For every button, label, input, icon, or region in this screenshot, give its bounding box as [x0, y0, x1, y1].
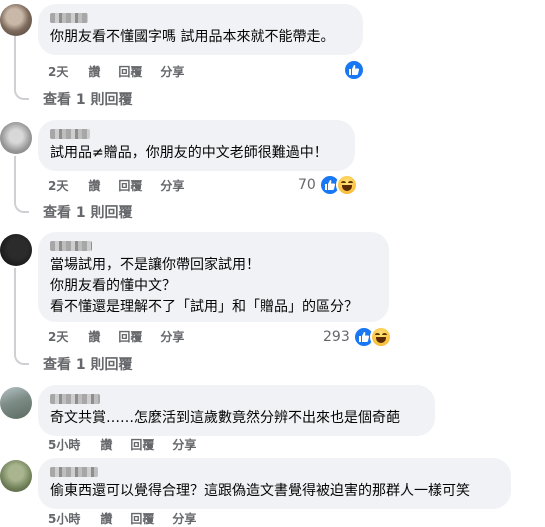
- comment-bubble: 試用品≠贈品，你朋友的中文老師很難過中！: [38, 120, 355, 171]
- share-button[interactable]: 分享: [160, 328, 184, 345]
- comment-text: 奇文共賞……怎麼活到這歲數竟然分辨不出來也是個奇葩: [50, 410, 400, 426]
- reaction-count: 70: [298, 177, 316, 193]
- thread-line: [14, 36, 29, 100]
- haha-icon: [335, 174, 358, 196]
- like-button[interactable]: 讚: [88, 328, 100, 345]
- like-icon: [343, 59, 365, 81]
- like-button[interactable]: 讚: [100, 436, 112, 453]
- comment-bubble: 奇文共賞……怎麼活到這歲數竟然分辨不出來也是個奇葩: [38, 385, 435, 436]
- reply-button[interactable]: 回覆: [130, 510, 154, 527]
- commenter-name[interactable]: [50, 394, 100, 404]
- comment-bubble: 偷東西還可以覺得合理？這跟偽造文書覺得被迫害的那群人一樣可笑: [38, 458, 511, 509]
- share-button[interactable]: 分享: [172, 436, 196, 453]
- comment-bubble: 當場試用，不是讓你帶回家試用！ 你朋友看的懂中文？ 看不懂還是理解不了「試用」和…: [38, 232, 389, 322]
- like-button[interactable]: 讚: [88, 177, 100, 194]
- commenter-name[interactable]: [50, 467, 98, 477]
- reaction-count: 293: [323, 329, 350, 345]
- haha-icon: [369, 326, 392, 348]
- view-replies-link[interactable]: 查看 1 則回覆: [43, 354, 133, 374]
- avatar[interactable]: [0, 234, 32, 266]
- view-replies-link[interactable]: 查看 1 則回覆: [43, 89, 133, 109]
- reply-button[interactable]: 回覆: [118, 63, 142, 80]
- comment-time[interactable]: 5小時: [48, 510, 80, 527]
- comment-time[interactable]: 5小時: [48, 436, 80, 453]
- comment-actions: 5小時 讚 回覆 分享: [48, 510, 214, 527]
- comment-text-line: 你朋友看的懂中文？: [50, 278, 176, 294]
- reply-button[interactable]: 回覆: [118, 328, 142, 345]
- comment-actions: 2天 讚 回覆 分享: [48, 63, 202, 80]
- share-button[interactable]: 分享: [172, 510, 196, 527]
- share-button[interactable]: 分享: [160, 63, 184, 80]
- commenter-name[interactable]: [50, 13, 88, 23]
- thread-line: [14, 268, 29, 365]
- reaction-summary[interactable]: 293: [323, 326, 392, 348]
- comment-text-line: 看不懂還是理解不了「試用」和「贈品」的區分？: [50, 299, 358, 315]
- comment-bubble: 你朋友看不懂國字嗎 試用品本來就不能帶走。: [38, 4, 363, 55]
- comment-text: 偷東西還可以覺得合理？這跟偽造文書覺得被迫害的那群人一樣可笑: [50, 483, 470, 499]
- comment-text: 你朋友看不懂國字嗎 試用品本來就不能帶走。: [50, 29, 335, 45]
- avatar[interactable]: [0, 122, 32, 154]
- avatar[interactable]: [0, 4, 32, 36]
- thread-line: [14, 156, 29, 213]
- like-button[interactable]: 讚: [100, 510, 112, 527]
- comment-actions: 2天 讚 回覆 分享: [48, 328, 202, 345]
- reaction-summary[interactable]: [343, 59, 365, 81]
- comment-text-line: 當場試用，不是讓你帶回家試用！: [50, 257, 260, 273]
- share-button[interactable]: 分享: [160, 177, 184, 194]
- reply-button[interactable]: 回覆: [118, 177, 142, 194]
- commenter-name[interactable]: [50, 241, 92, 251]
- like-button[interactable]: 讚: [88, 63, 100, 80]
- reaction-summary[interactable]: 70: [298, 174, 358, 196]
- comment-time[interactable]: 2天: [48, 328, 68, 345]
- comment-text: 試用品≠贈品，你朋友的中文老師很難過中！: [50, 145, 328, 161]
- comment-actions: 2天 讚 回覆 分享: [48, 177, 202, 194]
- view-replies-link[interactable]: 查看 1 則回覆: [43, 202, 133, 222]
- avatar[interactable]: [0, 460, 32, 492]
- commenter-name[interactable]: [50, 129, 90, 139]
- comment-time[interactable]: 2天: [48, 177, 68, 194]
- avatar[interactable]: [0, 387, 32, 419]
- comment-time[interactable]: 2天: [48, 63, 68, 80]
- comment-actions: 5小時 讚 回覆 分享: [48, 436, 214, 453]
- reply-button[interactable]: 回覆: [130, 436, 154, 453]
